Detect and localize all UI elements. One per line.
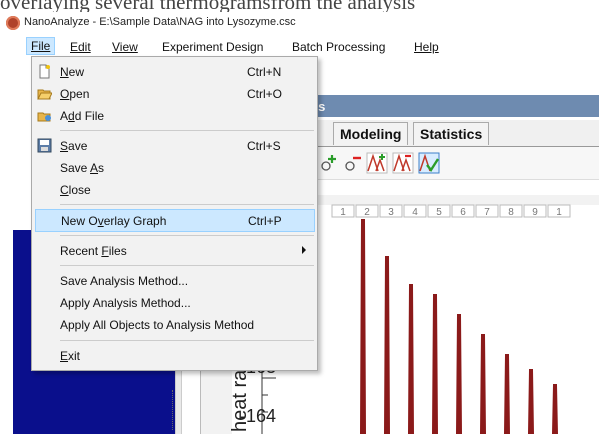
file-menu-dropdown: New Ctrl+N Open Ctrl+O Add File Save Ctr… [31,56,318,371]
injection-peak [528,369,534,434]
menu-item-save-as[interactable]: Save As [32,157,317,178]
menu-separator [60,204,314,205]
menu-item-new-overlay-graph[interactable]: New Overlay Graph Ctrl+P [35,209,315,232]
menu-file-label: File [31,39,51,53]
menubar: File Edit View Experiment Design Batch P… [0,36,599,58]
injection-number-label: 7 [484,207,490,218]
injection-peak [432,294,438,434]
menu-experiment-design[interactable]: Experiment Design [158,39,267,55]
injection-peak [504,354,510,434]
tab-modeling[interactable]: Modeling [333,122,409,145]
menu-item-add-file-label: Add File [60,109,105,123]
injection-peak [360,219,366,434]
menu-item-close[interactable]: Close [32,179,317,200]
menu-item-save-shortcut: Ctrl+S [247,139,281,153]
remove-point-icon[interactable] [342,152,364,174]
menu-item-save-label: Save [60,139,88,153]
menu-item-save-analysis-method-label: Save Analysis Method... [60,274,189,288]
injection-peak [408,284,414,434]
menu-separator [60,130,314,131]
menu-item-save-as-label: Save As [60,161,105,175]
menu-separator [60,265,314,266]
open-folder-icon [37,89,52,100]
menu-view[interactable]: View [108,39,142,55]
menu-batch-processing[interactable]: Batch Processing [288,39,389,55]
accept-peaks-icon[interactable] [418,152,440,174]
injection-peak [456,314,462,434]
menu-item-recent-files[interactable]: Recent Files [32,240,317,261]
menu-file[interactable]: File [26,37,56,55]
injection-number-label: 8 [508,207,514,218]
menu-edit[interactable]: Edit [66,39,95,55]
menu-item-new-label: New [60,65,85,79]
tab-statistics-label: Statistics [420,126,483,142]
menu-item-add-file[interactable]: Add File [32,105,317,126]
menu-item-open[interactable]: Open Ctrl+O [32,83,317,104]
menu-item-exit-label: Exit [60,349,81,363]
injection-peaks [360,219,558,434]
tab-modeling-label: Modeling [340,126,402,142]
injection-number-label: 1 [340,207,346,218]
menu-separator [60,340,314,341]
y-axis-title: heat rat [229,364,251,432]
injection-peak [480,334,486,434]
injection-peak [552,384,558,434]
injection-number-label: 1 [556,207,562,218]
menu-item-new[interactable]: New Ctrl+N [32,61,317,82]
new-file-icon [39,64,50,79]
menu-separator [60,235,314,236]
menu-help-label: Help [414,40,439,54]
menu-experiment-design-label: Experiment Design [162,40,264,54]
add-peak-icon[interactable] [366,152,388,174]
menu-item-apply-all-objects-label: Apply All Objects to Analysis Method [60,318,255,332]
menu-item-new-shortcut: Ctrl+N [247,65,282,79]
injection-number-label: 6 [460,207,466,218]
injection-number-row: 1 2 3 4 5 6 7 8 9 1 [331,204,571,218]
menu-item-new-overlay-graph-label: New Overlay Graph [61,214,167,228]
menu-item-new-overlay-graph-shortcut: Ctrl+P [248,214,282,228]
menu-item-exit[interactable]: Exit [32,345,317,366]
menu-edit-label: Edit [70,40,91,54]
menu-item-save-analysis-method[interactable]: Save Analysis Method... [32,270,317,291]
injection-number-label: 3 [388,207,394,218]
tab-statistics[interactable]: Statistics [413,122,490,145]
menu-item-open-label: Open [60,87,90,101]
menu-item-open-shortcut: Ctrl+O [247,87,283,101]
remove-peak-icon[interactable] [392,152,414,174]
injection-number-label: 5 [436,207,442,218]
menu-item-recent-files-label: Recent Files [60,244,127,258]
add-file-icon [37,112,51,122]
save-disk-icon [37,138,52,153]
injection-number-label: 2 [364,207,370,218]
menu-item-apply-analysis-method-label: Apply Analysis Method... [60,296,191,310]
menu-view-label: View [112,40,138,54]
cropped-caption-text: overlaying several thermogramsfrom the a… [0,0,416,12]
injection-number-label: 4 [412,207,418,218]
menu-item-apply-all-objects[interactable]: Apply All Objects to Analysis Method [32,314,317,335]
injection-peak [384,256,390,434]
menu-help[interactable]: Help [410,39,443,55]
window-title: NanoAnalyze - E:\Sample Data\NAG into Ly… [24,16,296,28]
submenu-arrow-icon [302,246,306,254]
menu-item-save[interactable]: Save Ctrl+S [32,135,317,156]
menu-item-close-label: Close [60,183,91,197]
app-logo-icon [6,16,20,30]
injection-number-label: 9 [532,207,538,218]
menu-batch-processing-label: Batch Processing [292,40,386,54]
menu-item-apply-analysis-method[interactable]: Apply Analysis Method... [32,292,317,313]
add-point-icon[interactable] [318,152,340,174]
window-titlebar: NanoAnalyze - E:\Sample Data\NAG into Ly… [0,13,599,33]
